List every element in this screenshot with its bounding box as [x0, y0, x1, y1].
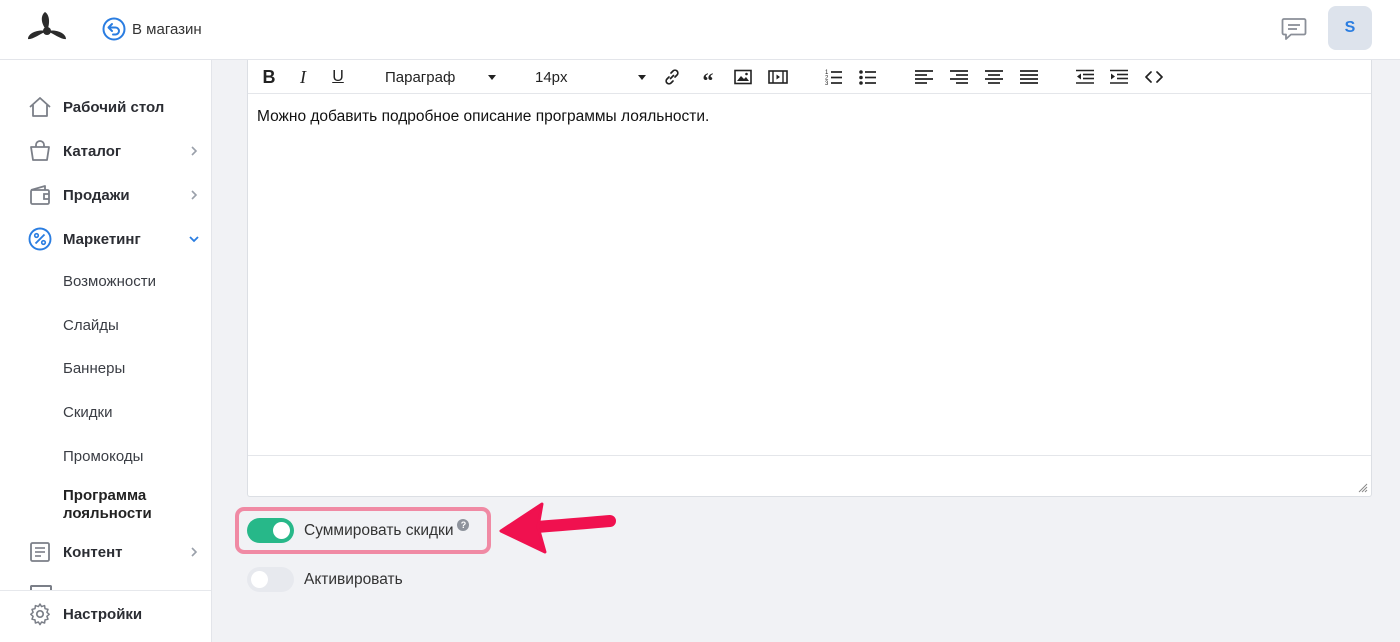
resize-handle-icon[interactable] — [1358, 483, 1368, 493]
paragraph-select[interactable]: Параграф — [385, 65, 500, 89]
link-icon — [665, 69, 679, 85]
sidebar-item-label: Каталог — [63, 142, 122, 160]
home-icon — [29, 97, 51, 117]
activate-toggle[interactable] — [247, 567, 294, 592]
paragraph-select-value: Параграф — [385, 68, 456, 86]
activate-label: Активировать — [304, 570, 403, 588]
sidebar-item-label: Продажи — [63, 186, 130, 204]
align-justify-icon — [1020, 70, 1038, 84]
caret-down-icon — [488, 75, 496, 80]
percent-icon — [28, 227, 52, 251]
svg-text:3: 3 — [825, 81, 829, 86]
sidebar-subitem-loyalty[interactable]: Программа лояльности — [63, 487, 193, 523]
editor-content[interactable]: Можно добавить подробное описание програ… — [257, 108, 709, 126]
basket-icon — [30, 140, 50, 161]
align-right-button[interactable] — [949, 65, 969, 89]
sidebar-item-marketing[interactable]: Маркетинг — [0, 221, 211, 257]
wallet-icon — [30, 185, 50, 205]
code-view-button[interactable] — [1144, 65, 1164, 89]
blockquote-button[interactable]: “ — [697, 65, 719, 93]
sidebar-item-content[interactable]: Контент — [0, 534, 211, 570]
quote-icon: “ — [702, 68, 714, 93]
sidebar-item-sales[interactable]: Продажи — [0, 177, 211, 213]
italic-icon: I — [300, 66, 306, 87]
align-center-icon — [985, 70, 1003, 84]
user-avatar[interactable]: S — [1328, 6, 1372, 50]
rich-text-editor: B I U Параграф 14px “ 123 Можно добавить… — [247, 60, 1372, 497]
editor-toolbar: B I U Параграф 14px “ 123 — [248, 60, 1371, 94]
align-right-icon — [950, 70, 968, 84]
underline-button[interactable]: U — [328, 65, 348, 89]
image-icon — [734, 69, 752, 85]
document-icon — [30, 542, 50, 562]
align-left-button[interactable] — [914, 65, 934, 89]
back-to-store-link[interactable]: В магазин — [102, 16, 202, 42]
sidebar-subitem-features[interactable]: Возможности — [63, 273, 156, 290]
bold-button[interactable]: B — [260, 65, 278, 89]
top-header: В магазин S — [0, 0, 1400, 60]
sidebar-item-label: Контент — [63, 543, 123, 561]
sidebar-item-settings[interactable]: Настройки — [0, 596, 211, 632]
align-center-button[interactable] — [984, 65, 1004, 89]
back-arrow-icon — [102, 17, 126, 41]
logo-icon[interactable] — [26, 10, 68, 46]
highlight-frame — [235, 507, 491, 554]
indent-button[interactable] — [1109, 65, 1129, 89]
outdent-button[interactable] — [1075, 65, 1095, 89]
sidebar-subitem-slides[interactable]: Слайды — [63, 317, 119, 334]
unordered-list-button[interactable] — [858, 65, 878, 89]
chevron-down-icon — [189, 236, 199, 243]
link-button[interactable] — [662, 65, 682, 89]
align-left-icon — [915, 70, 933, 84]
bullet-list-icon — [859, 70, 876, 85]
sidebar-subitem-discounts[interactable]: Скидки — [63, 404, 112, 421]
sidebar-item-dashboard[interactable]: Рабочий стол — [0, 89, 211, 125]
video-icon — [768, 70, 788, 84]
sidebar: Рабочий стол Каталог Продажи Маркетинг В… — [0, 60, 212, 642]
chat-icon[interactable] — [1280, 16, 1308, 42]
toggle-knob — [251, 571, 268, 588]
annotation-arrow-icon — [499, 502, 616, 554]
code-icon — [1145, 71, 1163, 83]
chevron-right-icon — [191, 547, 198, 557]
indent-icon — [1110, 69, 1128, 84]
font-size-select-value: 14px — [535, 68, 568, 86]
sidebar-subitem-promocodes[interactable]: Промокоды — [63, 448, 143, 465]
bold-icon: B — [262, 66, 276, 87]
chevron-right-icon — [191, 190, 198, 200]
outdent-icon — [1076, 69, 1094, 84]
italic-button[interactable]: I — [294, 65, 312, 89]
editor-statusbar-divider — [248, 455, 1371, 456]
sidebar-item-label: Рабочий стол — [63, 98, 165, 116]
ordered-list-icon: 123 — [825, 70, 842, 86]
image-button[interactable] — [733, 65, 753, 89]
align-justify-button[interactable] — [1019, 65, 1039, 89]
caret-down-icon — [638, 75, 646, 80]
sidebar-item-label: Настройки — [63, 605, 143, 623]
activate-row: Активировать — [247, 567, 403, 592]
sidebar-item-label: Маркетинг — [63, 230, 141, 248]
chevron-right-icon — [191, 146, 198, 156]
sidebar-bottom: Настройки — [0, 590, 211, 642]
gear-icon — [30, 603, 50, 626]
store-link-label: В магазин — [132, 20, 202, 38]
sidebar-item-catalog[interactable]: Каталог — [0, 133, 211, 169]
font-size-select[interactable]: 14px — [535, 65, 647, 89]
video-button[interactable] — [767, 65, 789, 89]
ordered-list-button[interactable]: 123 — [824, 65, 844, 89]
underline-icon: U — [332, 68, 344, 85]
sidebar-subitem-banners[interactable]: Баннеры — [63, 360, 125, 377]
